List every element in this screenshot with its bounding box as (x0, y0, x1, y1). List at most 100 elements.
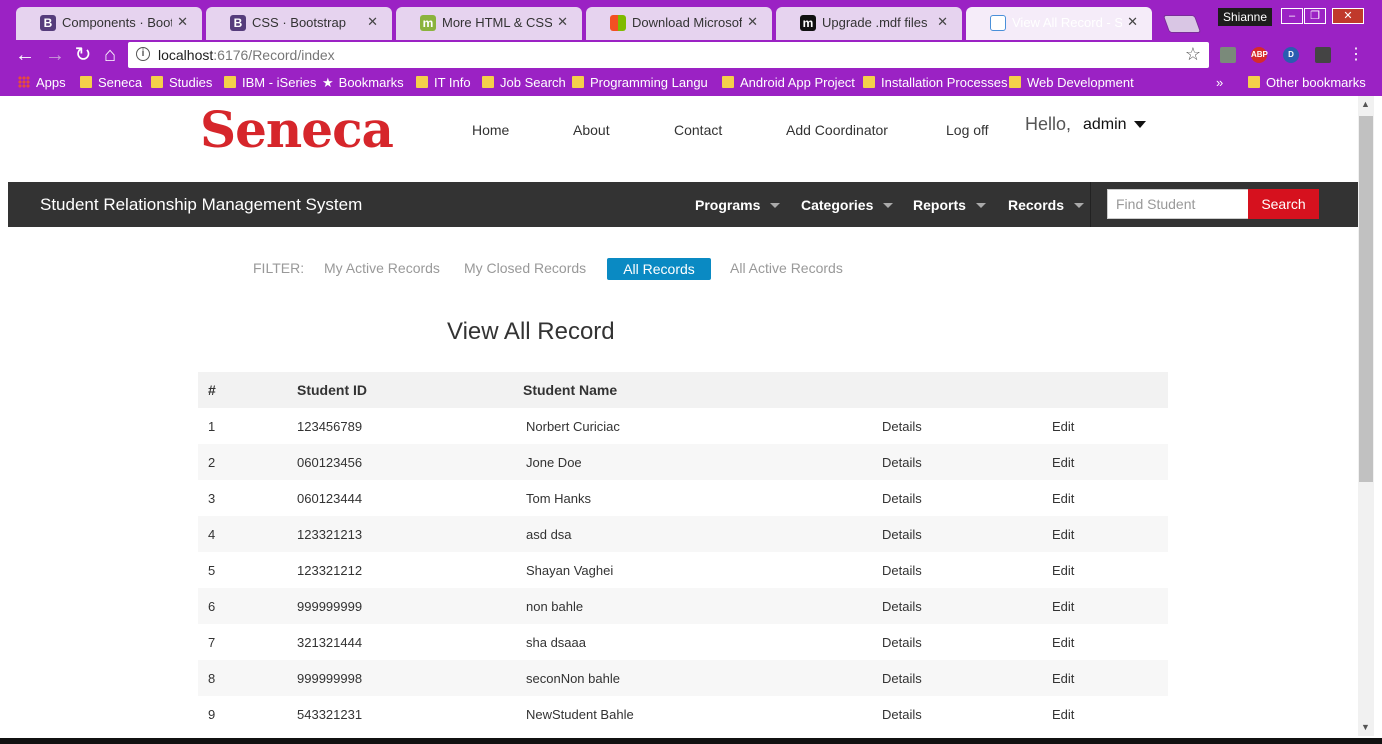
edit-link[interactable]: Edit (1052, 696, 1168, 732)
close-icon[interactable]: ✕ (937, 14, 948, 30)
seneca-logo[interactable]: Seneca (200, 102, 394, 158)
details-link[interactable]: Details (882, 624, 1052, 660)
tab-view-all-record[interactable]: View All Record - Seneca ✕ (966, 7, 1152, 40)
tab-more-html-css[interactable]: m More HTML & CSS: Imag ✕ (396, 7, 582, 40)
tab-download-microsoft[interactable]: Download Microsoft® S ✕ (586, 7, 772, 40)
tab-strip: B Components · Bootstrap ✕ B CSS · Boots… (0, 0, 1382, 40)
details-link[interactable]: Details (882, 660, 1052, 696)
edit-link[interactable]: Edit (1052, 516, 1168, 552)
edit-link[interactable]: Edit (1052, 660, 1168, 696)
bookmark-it-info[interactable]: IT Info (416, 75, 471, 91)
search-button[interactable]: Search (1248, 189, 1319, 219)
brand-title[interactable]: Student Relationship Management System (40, 195, 362, 215)
bookmark-android[interactable]: Android App Project (722, 75, 855, 91)
nav-contact[interactable]: Contact (674, 122, 722, 138)
nav-home[interactable]: Home (472, 122, 509, 138)
details-link[interactable]: Details (882, 588, 1052, 624)
windows-icon (610, 15, 626, 31)
maximize-icon[interactable]: ❐ (1304, 8, 1326, 24)
tab-upgrade-mdf[interactable]: m Upgrade .mdf files ✕ (776, 7, 962, 40)
new-tab-button[interactable] (1162, 15, 1202, 33)
bookmark-installation[interactable]: Installation Processes (863, 75, 1007, 91)
row-number: 9 (208, 706, 216, 722)
nav-add-coordinator[interactable]: Add Coordinator (786, 122, 888, 138)
extension-icon[interactable] (1315, 47, 1331, 63)
edit-link[interactable]: Edit (1052, 588, 1168, 624)
close-icon[interactable]: ✕ (747, 14, 758, 30)
profile-button[interactable]: Shianne (1218, 8, 1272, 26)
edit-link[interactable]: Edit (1052, 480, 1168, 516)
caret-down-icon[interactable] (1134, 121, 1146, 128)
bookmark-job-search[interactable]: Job Search (482, 75, 566, 91)
edit-link[interactable]: Edit (1052, 408, 1168, 444)
window-close-icon[interactable]: ✕ (1332, 8, 1364, 24)
bookmarks-overflow-button[interactable]: » (1216, 75, 1223, 91)
info-icon[interactable]: i (136, 47, 150, 61)
bookmark-studies[interactable]: Studies (151, 75, 212, 91)
bookmark-apps[interactable]: Apps (18, 75, 66, 91)
hello-text: Hello, (1025, 114, 1072, 134)
close-icon[interactable]: ✕ (557, 14, 568, 30)
tab-title: Components · Bootstrap (62, 15, 172, 30)
dashlane-icon[interactable]: D (1283, 47, 1299, 63)
folder-icon (482, 76, 494, 88)
adblock-icon[interactable]: ABP (1251, 47, 1268, 63)
tab-components-bootstrap[interactable]: B Components · Bootstrap ✕ (16, 7, 202, 40)
bookmark-web-dev[interactable]: Web Development (1009, 75, 1134, 91)
edit-link[interactable]: Edit (1052, 624, 1168, 660)
tab-css-bootstrap[interactable]: B CSS · Bootstrap ✕ (206, 7, 392, 40)
bookmark-bookmarks[interactable]: ★ Bookmarks (322, 75, 404, 91)
bookmark-star-icon[interactable]: ☆ (1185, 44, 1201, 65)
address-bar[interactable]: i localhost:6176/Record/index ☆ (128, 42, 1209, 68)
close-icon[interactable]: ✕ (177, 14, 188, 30)
filter-my-active-records[interactable]: My Active Records (324, 260, 440, 276)
student-id-cell: 060123444 (297, 490, 363, 506)
filter-all-active-records[interactable]: All Active Records (730, 260, 843, 276)
scroll-down-icon[interactable]: ▼ (1361, 722, 1370, 732)
menu-categories[interactable]: Categories (801, 197, 894, 213)
bookmark-label: IBM - iSeries (242, 75, 317, 90)
forward-icon[interactable]: → (44, 44, 66, 66)
row-number: 2 (198, 444, 297, 480)
filter-my-closed-records[interactable]: My Closed Records (464, 260, 586, 276)
student-name-cell: Jone Doe (523, 444, 882, 480)
menu-reports[interactable]: Reports (913, 197, 986, 213)
bookmark-seneca[interactable]: Seneca (80, 75, 142, 91)
back-icon[interactable]: ← (14, 44, 36, 66)
home-icon[interactable]: ⌂ (99, 44, 121, 66)
edit-link[interactable]: Edit (1052, 552, 1168, 588)
scrollbar-thumb[interactable] (1359, 116, 1373, 482)
details-link[interactable]: Details (882, 444, 1052, 480)
details-link[interactable]: Details (882, 552, 1052, 588)
details-link[interactable]: Details (882, 696, 1052, 732)
reload-icon[interactable]: ↻ (72, 44, 94, 66)
user-menu[interactable]: admin (1083, 116, 1127, 134)
nav-about[interactable]: About (573, 122, 610, 138)
menu-label: Records (1008, 197, 1065, 213)
navbar-divider (1090, 182, 1091, 227)
details-link[interactable]: Details (882, 408, 1052, 444)
filter-all-records[interactable]: All Records (607, 258, 711, 280)
bookmark-ibm-iseries[interactable]: IBM - iSeries (224, 75, 316, 91)
bookmark-programming[interactable]: Programming Langua (572, 75, 708, 91)
close-icon[interactable]: ✕ (367, 14, 378, 30)
close-icon[interactable]: ✕ (1127, 14, 1138, 30)
find-student-input[interactable] (1107, 189, 1249, 219)
table-row: 8 999999998 seconNon bahle Details Edit (198, 660, 1168, 696)
menu-programs[interactable]: Programs (695, 197, 781, 213)
details-link[interactable]: Details (882, 480, 1052, 516)
tab-title: More HTML & CSS: Imag (442, 15, 552, 30)
row-number: 8 (198, 660, 297, 696)
bookmark-label: Job Search (500, 75, 566, 90)
extension-icon[interactable] (1220, 47, 1236, 63)
edit-link[interactable]: Edit (1052, 444, 1168, 480)
menu-icon[interactable]: ⋮ (1345, 44, 1367, 66)
nav-log-off[interactable]: Log off (946, 122, 989, 138)
menu-records[interactable]: Records (1008, 197, 1085, 213)
scroll-up-icon[interactable]: ▲ (1361, 99, 1370, 109)
bookmark-other[interactable]: Other bookmarks (1248, 75, 1366, 91)
minimize-icon[interactable]: – (1281, 8, 1303, 24)
row-number: 3 (208, 490, 216, 506)
menu-label: Reports (913, 197, 966, 213)
details-link[interactable]: Details (882, 516, 1052, 552)
